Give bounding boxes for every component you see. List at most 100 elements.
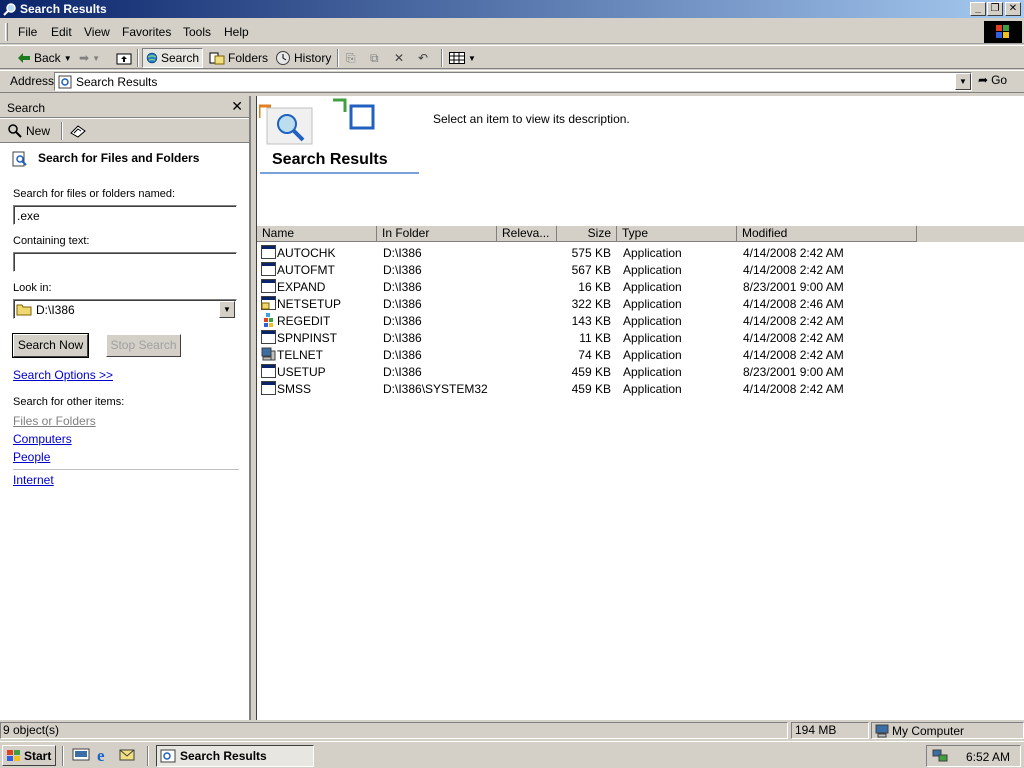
close-pane-icon[interactable]: ✕ <box>231 98 243 115</box>
forward-button[interactable]: ➡ ▼ <box>76 48 103 68</box>
cell-size: 143 KB <box>571 314 611 328</box>
search-results-banner-icon <box>259 98 375 145</box>
app-window-icon <box>261 245 276 259</box>
app-window-icon <box>261 262 276 276</box>
computers-link[interactable]: Computers <box>13 432 72 446</box>
search-pane-title: Search <box>7 101 46 115</box>
cell-folder: D:\I386 <box>383 280 422 294</box>
cell-modified: 4/14/2008 2:42 AM <box>743 331 844 345</box>
table-row[interactable]: EXPAND D:\I386 16 KB Application 8/23/2001 9… <box>257 278 1024 295</box>
cell-name: USETUP <box>277 365 326 379</box>
start-button[interactable]: Start <box>2 745 56 766</box>
back-button[interactable]: Back ▼ <box>14 48 75 68</box>
cell-name: EXPAND <box>277 280 326 294</box>
menu-grip <box>5 23 8 41</box>
task-search-results[interactable]: Search Results <box>156 745 314 767</box>
cell-folder: D:\I386 <box>383 365 422 379</box>
cell-folder: D:\I386 <box>383 297 422 311</box>
search-assistant-icon <box>70 125 86 138</box>
menu-favorites[interactable]: Favorites <box>122 25 171 39</box>
new-search-icon <box>8 124 22 138</box>
table-row[interactable]: SPNPINST D:\I386 11 KB Application 4/14/2008… <box>257 329 1024 346</box>
search-label: Search <box>160 51 199 65</box>
status-location-panel: My Computer <box>871 722 1024 739</box>
search-globe-icon <box>146 52 158 64</box>
containing-input[interactable] <box>13 252 237 272</box>
col-size[interactable]: Size <box>557 226 617 242</box>
cell-type: Application <box>623 365 682 379</box>
folders-button[interactable]: Folders <box>206 48 271 68</box>
quicklaunch-desktop-icon[interactable] <box>72 747 90 766</box>
cell-size: 74 KB <box>578 348 611 362</box>
quicklaunch-ie-icon[interactable]: e <box>95 746 113 767</box>
menu-tools[interactable]: Tools <box>183 25 211 39</box>
move-to-button[interactable]: ⎘ <box>343 48 359 68</box>
address-input[interactable]: Search Results ▼ <box>54 72 972 91</box>
back-label: Back <box>34 51 61 65</box>
history-button[interactable]: History <box>272 48 334 68</box>
copy-to-button[interactable]: ⧉ <box>367 48 382 68</box>
delete-button[interactable]: ✕ <box>391 48 407 68</box>
search-button[interactable]: Search <box>142 48 203 68</box>
stop-search-button[interactable]: Stop Search <box>106 334 181 357</box>
col-type[interactable]: Type <box>617 226 737 242</box>
address-dropdown-icon[interactable]: ▼ <box>955 73 971 90</box>
menu-help[interactable]: Help <box>224 25 249 39</box>
menu-view[interactable]: View <box>84 25 110 39</box>
table-row[interactable]: NETSETUP D:\I386 322 KB Application 4/14/200… <box>257 295 1024 312</box>
search-now-button[interactable]: Search Now <box>13 334 88 357</box>
cell-name: SPNPINST <box>277 331 338 345</box>
views-button[interactable]: ▼ <box>446 48 479 68</box>
search-options-link[interactable]: Search Options >> <box>13 368 113 382</box>
up-folder-button[interactable] <box>113 48 135 68</box>
cell-modified: 8/23/2001 9:00 AM <box>743 365 844 379</box>
minimize-button[interactable]: _ <box>970 2 986 16</box>
table-row[interactable]: AUTOFMT D:\I386 567 KB Application 4/14/2008… <box>257 261 1024 278</box>
col-modified[interactable]: Modified <box>737 226 917 242</box>
table-row[interactable]: SMSS D:\I386\SYSTEM32 459 KB Application 4/1… <box>257 380 1024 397</box>
cell-folder: D:\I386 <box>383 314 422 328</box>
quicklaunch-outlook-icon[interactable] <box>118 747 136 766</box>
look-in-dropdown-icon[interactable]: ▼ <box>219 301 235 318</box>
back-dropdown-icon[interactable]: ▼ <box>64 54 72 63</box>
restore-button[interactable]: ❐ <box>987 2 1003 16</box>
undo-icon: ↶ <box>418 51 429 65</box>
table-row[interactable]: REGEDIT D:\I386 143 KB Application 4/14/2008… <box>257 312 1024 329</box>
col-relevance[interactable]: Releva... <box>497 226 557 242</box>
forward-arrow-icon: ➡ <box>79 51 90 65</box>
table-row[interactable]: USETUP D:\I386 459 KB Application 8/23/2001 … <box>257 363 1024 380</box>
cell-size: 575 KB <box>571 246 611 260</box>
close-button[interactable]: ✕ <box>1005 2 1021 16</box>
people-link[interactable]: People <box>13 450 50 464</box>
cell-size: 16 KB <box>578 280 611 294</box>
col-name[interactable]: Name <box>257 226 377 242</box>
title-bar[interactable]: Search Results _ ❐ ✕ <box>0 0 1024 18</box>
menu-edit[interactable]: Edit <box>51 25 72 39</box>
go-button[interactable]: ➦ Go <box>978 73 1007 87</box>
cell-modified: 4/14/2008 2:42 AM <box>743 314 844 328</box>
cell-type: Application <box>623 297 682 311</box>
look-in-select[interactable]: D:\I386 ▼ <box>13 299 237 319</box>
windows-logo-icon <box>984 21 1022 43</box>
table-row[interactable]: AUTOCHK D:\I386 575 KB Application 4/14/2008… <box>257 244 1024 261</box>
undo-button[interactable]: ↶ <box>415 48 431 68</box>
task-search-icon <box>160 749 176 763</box>
col-in-folder[interactable]: In Folder <box>377 226 497 242</box>
go-arrow-icon: ➦ <box>978 73 989 87</box>
named-input[interactable]: .exe <box>13 205 237 225</box>
new-search-button[interactable]: New <box>7 123 50 138</box>
named-label: Search for files or folders named: <box>13 188 176 200</box>
search-heading: Search for Files and Folders <box>38 151 200 165</box>
clock[interactable]: 6:52 AM <box>966 750 1010 764</box>
search-assistant-button[interactable] <box>69 123 87 142</box>
cell-folder: D:\I386 <box>383 246 422 260</box>
regedit-icon <box>261 313 276 327</box>
menu-file[interactable]: File <box>18 25 37 39</box>
move-to-icon: ⎘ <box>346 50 356 65</box>
internet-link[interactable]: Internet <box>13 473 54 487</box>
files-or-folders-link[interactable]: Files or Folders <box>13 414 96 428</box>
telnet-icon <box>261 347 276 361</box>
table-row[interactable]: TELNET D:\I386 74 KB Application 4/14/2008 2… <box>257 346 1024 363</box>
network-tray-icon[interactable] <box>932 749 948 763</box>
windows-flag-icon <box>7 749 20 761</box>
